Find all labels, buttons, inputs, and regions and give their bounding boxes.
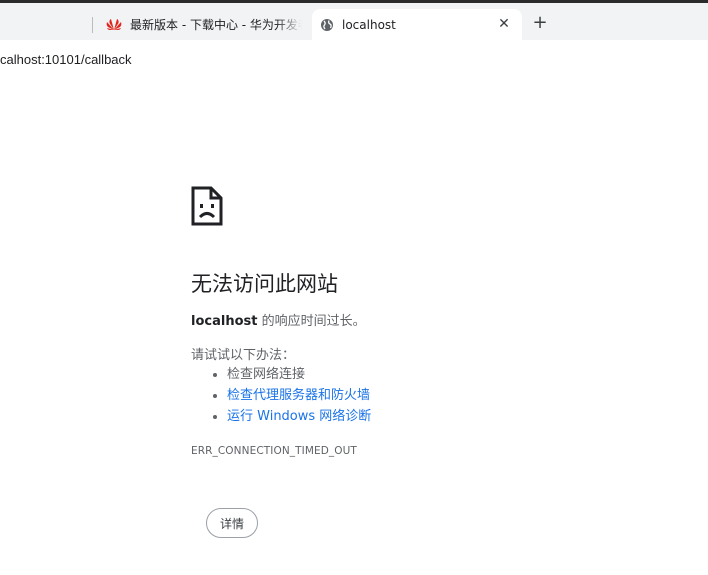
error-message: localhost 的响应时间过长。 bbox=[191, 310, 366, 329]
tab-title: 最新版本 - 下载中心 - 华为开发者联盟 bbox=[130, 18, 302, 32]
suggestion-check-network: 检查网络连接 bbox=[227, 364, 371, 385]
suggestion-run-diagnostics-link[interactable]: 运行 Windows 网络诊断 bbox=[227, 406, 371, 427]
error-title: 无法访问此网站 bbox=[191, 272, 338, 296]
suggestions-list: 检查网络连接 检查代理服务器和防火墙 运行 Windows 网络诊断 bbox=[191, 364, 371, 427]
sad-document-icon bbox=[191, 186, 611, 230]
url-text: calhost:10101/callback bbox=[0, 52, 132, 67]
tab-huawei-download[interactable]: 最新版本 - 下载中心 - 华为开发者联盟 bbox=[92, 9, 310, 40]
new-tab-button[interactable]: + bbox=[530, 12, 550, 33]
tab-bar: 最新版本 - 下载中心 - 华为开发者联盟 localhost ✕ + bbox=[0, 3, 708, 40]
huawei-logo-icon bbox=[106, 18, 122, 31]
error-code: ERR_CONNECTION_TIMED_OUT bbox=[191, 445, 357, 457]
globe-icon bbox=[320, 18, 334, 32]
tab-title: localhost bbox=[342, 17, 396, 32]
suggestion-check-proxy-link[interactable]: 检查代理服务器和防火墙 bbox=[227, 385, 371, 406]
suggestions-label: 请试试以下办法： bbox=[191, 348, 296, 363]
error-page: 无法访问此网站 localhost 的响应时间过长。 请试试以下办法： 检查网络… bbox=[191, 186, 611, 457]
tab-localhost[interactable]: localhost ✕ bbox=[312, 9, 522, 40]
error-host: localhost bbox=[191, 314, 258, 329]
details-button[interactable]: 详情 bbox=[206, 508, 258, 538]
error-message-text: 的响应时间过长。 bbox=[257, 314, 366, 329]
close-tab-icon[interactable]: ✕ bbox=[496, 16, 512, 32]
